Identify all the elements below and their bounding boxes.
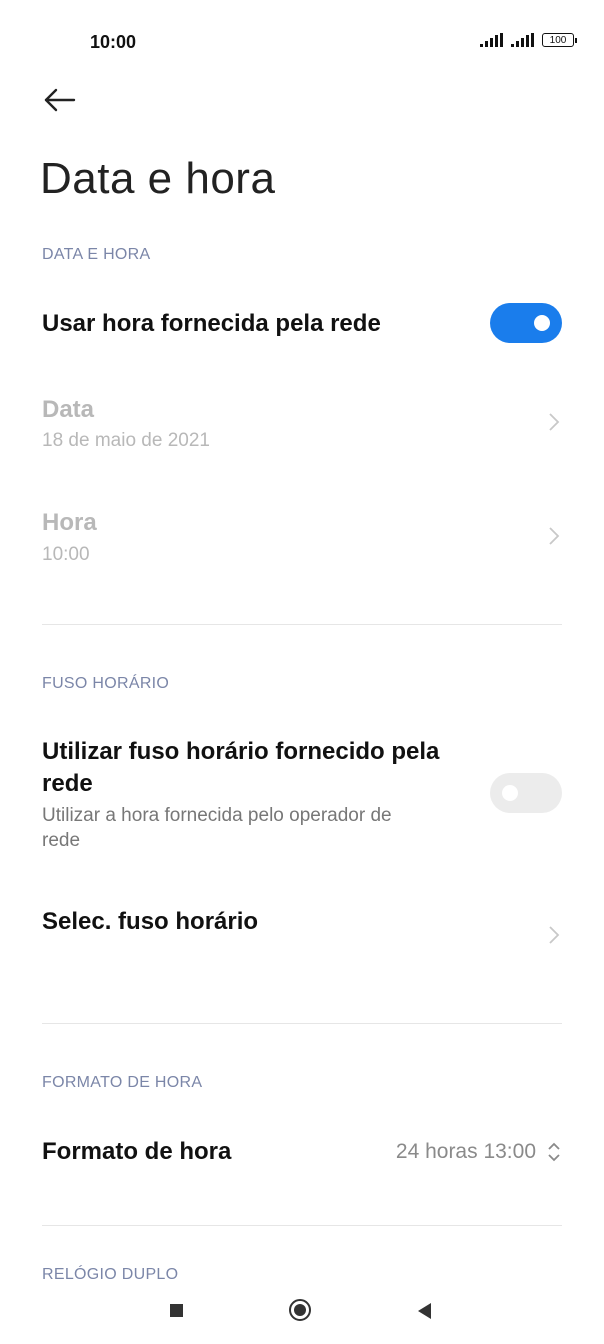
navigation-bar [0,1280,604,1344]
network-timezone-title-line1: Utilizar fuso horário fornecido pela [42,738,440,765]
arrow-left-icon [44,88,76,112]
network-time-title: Usar hora fornecida pela rede [42,310,381,337]
time-value: 10:00 [42,544,90,565]
select-timezone-title: Selec. fuso horário [42,908,259,935]
time-format-title: Formato de hora [42,1138,232,1165]
divider [42,624,562,625]
signal-icon-2 [511,33,534,47]
chevron-right-icon [549,926,560,944]
status-time: 10:00 [90,32,137,52]
battery-icon: 100 [542,33,577,47]
date-value: 18 de maio de 2021 [42,430,210,451]
network-timezone-subtitle-line2: rede [42,830,81,851]
chevron-right-icon [549,527,560,545]
section-header-time-format: FORMATO DE HORA [42,1074,203,1091]
divider [42,1023,562,1024]
network-time-toggle[interactable] [490,303,562,343]
status-icons: 100 [480,33,577,47]
back-button[interactable] [38,82,82,118]
chevron-right-icon [549,413,560,431]
time-format-value: 24 horas 13:00 [395,1140,536,1163]
home-button[interactable] [289,1299,311,1321]
back-nav-button[interactable] [418,1303,431,1319]
network-timezone-toggle[interactable] [490,773,562,813]
signal-icon [480,33,503,47]
section-header-timezone: FUSO HORÁRIO [42,675,170,692]
page-title: Data e hora [40,154,276,203]
date-title: Data [42,396,95,423]
recents-button[interactable] [170,1304,183,1317]
network-timezone-subtitle-line1: Utilizar a hora fornecida pelo operador … [42,805,392,826]
time-title: Hora [42,509,97,536]
chevron-updown-icon [548,1142,560,1162]
network-timezone-title-line2: rede [42,770,93,797]
divider [42,1225,562,1226]
status-bar: 10:00 100 [0,0,604,80]
section-header-datetime: DATA E HORA [42,246,151,263]
